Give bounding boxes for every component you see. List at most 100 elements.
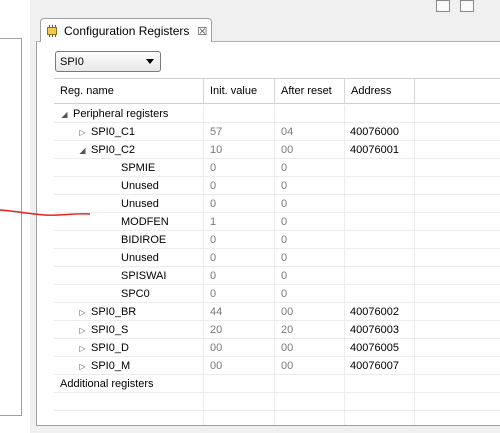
table-row[interactable]: ▷ SPI0_BR 44 00 40076002 [54,303,500,321]
after-reset-cell: 0 [275,285,345,303]
reg-name: Unused [121,198,159,210]
adjacent-view-pane [0,0,30,433]
reg-name: SPISWAI [121,270,167,282]
expand-arrow-icon[interactable]: ◢ [78,142,87,160]
after-reset-cell: 0 [275,177,345,195]
filler-cell [415,213,500,231]
reg-name: BIDIROE [121,234,167,246]
reg-name-cell: ▷ SPI0_S [54,321,204,339]
table-row[interactable]: ▷ SPI0_C1 57 04 40076000 [54,123,500,141]
address-cell [345,267,415,285]
filler-cell [415,393,500,411]
init-value-cell: 57 [204,123,275,141]
after-reset-cell: 0 [275,267,345,285]
chevron-down-icon [146,59,154,64]
table-row[interactable]: ◢ Peripheral registers [54,105,500,123]
init-value-cell: 00 [204,357,275,375]
table-row[interactable]: SPC0 0 0 [54,285,500,303]
tab-configuration-registers[interactable]: Configuration Registers ☒ [40,18,212,43]
table-row[interactable]: MODFEN 1 0 [54,213,500,231]
after-reset-cell [275,375,345,393]
after-reset-cell: 04 [275,123,345,141]
collapse-arrow-icon[interactable]: ▷ [78,322,87,340]
table-row[interactable]: ▷ SPI0_D 00 00 40076005 [54,339,500,357]
address-cell [345,159,415,177]
expand-arrow-icon[interactable]: ◢ [60,106,69,124]
module-select-value: SPI0 [60,55,84,68]
table-row[interactable]: Unused 0 0 [54,195,500,213]
init-value-cell: 0 [204,177,275,195]
reg-name: SPMIE [121,162,156,174]
collapse-arrow-icon[interactable]: ▷ [78,358,87,376]
filler-cell [415,177,500,195]
filler-cell [415,339,500,357]
reg-name-cell: ◢ Peripheral registers [54,105,204,123]
init-value-cell: 10 [204,141,275,159]
collapse-arrow-icon[interactable]: ▷ [78,304,87,322]
reg-name-cell: ▷ SPI0_C1 [54,123,204,141]
table-row[interactable]: Additional registers [54,375,500,393]
table-row[interactable]: ▷ SPI0_M 00 00 40076007 [54,357,500,375]
reg-name-cell: SPC0 [54,285,204,303]
table-row[interactable]: Unused 0 0 [54,177,500,195]
after-reset-cell [275,393,345,411]
collapse-arrow-icon[interactable]: ▷ [78,124,87,142]
after-reset-cell: 00 [275,141,345,159]
after-reset-cell: 0 [275,213,345,231]
reg-name: Peripheral registers [73,108,169,120]
table-header: Reg. name Init. value After reset Addres… [54,78,500,104]
close-icon[interactable]: ☒ [197,25,207,38]
address-cell [345,285,415,303]
init-value-cell: 00 [204,339,275,357]
reg-name: SPC0 [121,288,150,300]
maximize-view-button[interactable] [460,0,474,12]
pane-border-top [0,38,22,39]
after-reset-cell [275,105,345,123]
address-cell: 40076001 [345,141,415,159]
view-tab-bar: Configuration Registers ☒ [36,14,500,43]
after-reset-cell: 0 [275,249,345,267]
table-row[interactable]: BIDIROE 0 0 [54,231,500,249]
address-cell [345,249,415,267]
reg-name-cell: Unused [54,249,204,267]
column-header-after-reset[interactable]: After reset [275,79,345,104]
reg-name: Unused [121,252,159,264]
reg-name-cell: ◢ SPI0_C2 [54,141,204,159]
tab-title: Configuration Registers [64,24,190,38]
reg-name: SPI0_M [91,360,131,372]
after-reset-cell: 00 [275,339,345,357]
init-value-cell: 0 [204,231,275,249]
init-value-cell [204,393,275,411]
table-row[interactable]: ▷ SPI0_S 20 20 40076003 [54,321,500,339]
table-row[interactable]: SPMIE 0 0 [54,159,500,177]
view-bottom-border [36,425,500,433]
after-reset-cell: 0 [275,159,345,177]
minimize-view-button[interactable] [436,0,450,12]
pane-border-bottom [0,415,22,416]
reg-name: SPI0_C2 [91,144,136,156]
chip-icon [45,25,59,37]
address-cell: 40076000 [345,123,415,141]
column-header-init-value[interactable]: Init. value [204,79,275,104]
column-header-reg-name[interactable]: Reg. name [54,79,204,104]
reg-name: MODFEN [121,216,169,228]
registers-table: Reg. name Init. value After reset Addres… [54,78,500,429]
init-value-cell: 0 [204,267,275,285]
filler-cell [415,105,500,123]
after-reset-cell: 0 [275,195,345,213]
reg-name-cell: SPMIE [54,159,204,177]
module-select[interactable]: SPI0 [55,51,161,72]
collapse-arrow-icon[interactable]: ▷ [78,340,87,358]
column-header-address[interactable]: Address [345,79,415,104]
table-row[interactable]: ◢ SPI0_C2 10 00 40076001 [54,141,500,159]
reg-name-cell: Unused [54,195,204,213]
init-value-cell: 0 [204,285,275,303]
table-row[interactable]: Unused 0 0 [54,249,500,267]
reg-name-cell: MODFEN [54,213,204,231]
reg-name-cell: Unused [54,177,204,195]
reg-name: SPI0_S [91,324,129,336]
reg-name: Unused [121,180,159,192]
top-toolbar [400,0,500,14]
after-reset-cell: 20 [275,321,345,339]
table-row[interactable]: SPISWAI 0 0 [54,267,500,285]
